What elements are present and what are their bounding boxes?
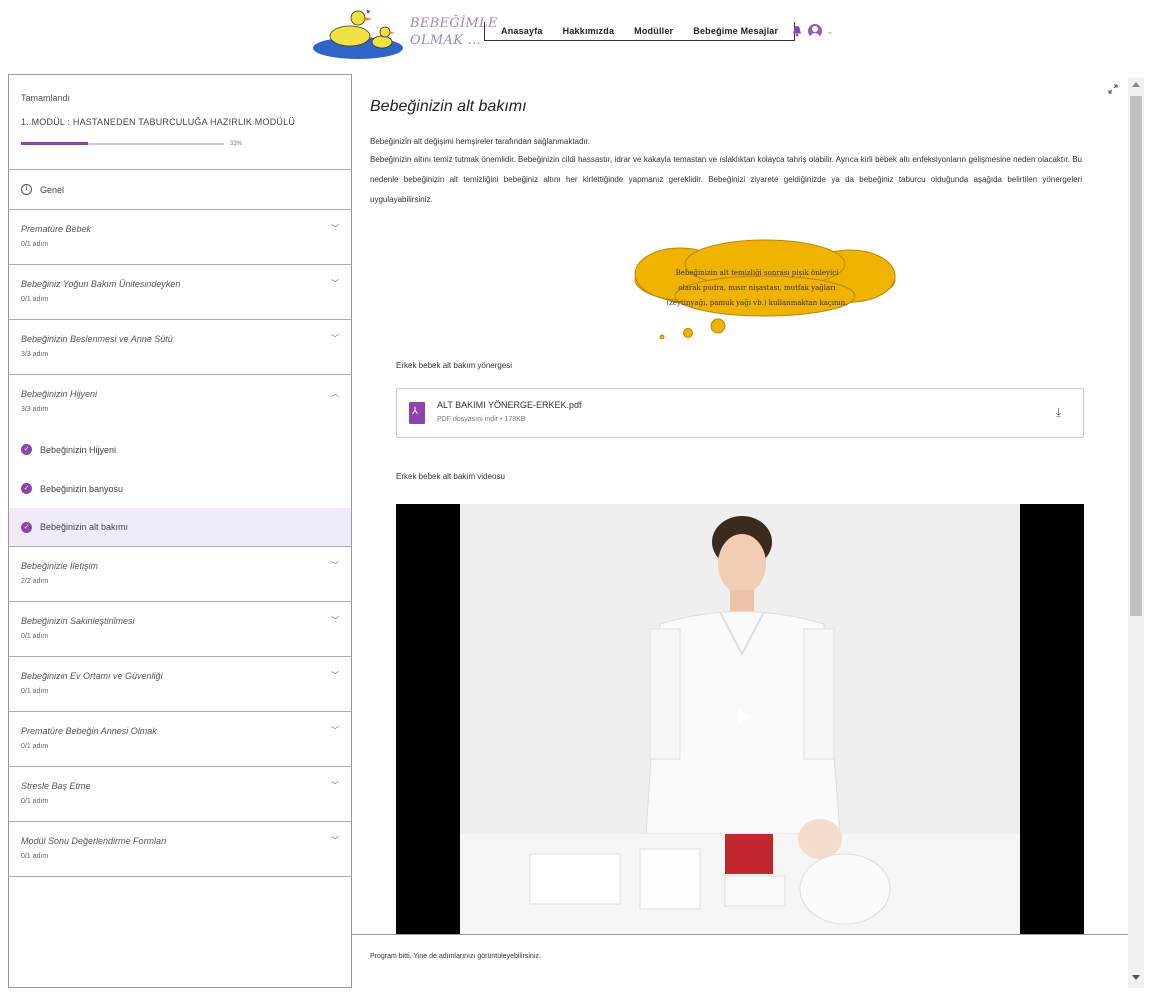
svg-text:♥: ♥ [366,9,370,16]
chevron-down-icon[interactable]: ﹀ [331,278,339,289]
page-title: Bebeğinizin alt bakımı [370,98,527,115]
sidebar-section[interactable]: Bebeğinizle İletişim 2/2 adım ﹀ [9,547,351,602]
section-steps: 0/1 adım [21,688,49,695]
sidebar-section[interactable]: Bebeğiniz Yoğun Bakım Ünitesindeyken 0/1… [9,265,351,320]
section-title: Bebeğinizin Ev Ortamı ve Güvenliği [21,671,163,681]
scroll-down-icon[interactable] [1132,975,1140,980]
expand-icon[interactable] [1108,84,1118,94]
section-title: Bebeğinizin Beslenmesi ve Anne Sütü [21,334,173,344]
progress-row: 33% [21,141,339,147]
progress-bar [21,142,224,145]
section-steps: 0/1 adım [21,853,49,860]
sidebar-section[interactable]: Prematüre Bebeğin Annesi Olmak 0/1 adım … [9,712,351,767]
chevron-down-icon[interactable]: ﹀ [331,835,339,846]
sidebar-step[interactable]: ✓ Bebeğinizin banyosu [9,469,351,508]
section-title: Bebeğinizle İletişim [21,561,99,571]
cloud-line: olarak pudra, mısır nişastası, mutfak ya… [678,284,836,292]
check-icon: ✓ [21,521,32,533]
chevron-down-icon[interactable]: ﹀ [331,670,339,681]
progress-fill [21,142,88,145]
chevron-down-icon[interactable]: ﹀ [331,560,339,571]
step-label: Bebeğinizin alt bakımı [40,522,129,532]
logo-ducks-icon[interactable]: ♥ [312,6,404,60]
footer-text: Program bitti. Yine de adımlarınızı görü… [370,953,541,960]
nav-modules[interactable]: Modüller [634,26,673,36]
header: ♥ BEBEĞİMLE OLMAK ... Anasayfa Hakkımızd… [0,0,1161,70]
bell-icon[interactable] [792,25,802,37]
pdf-icon [409,402,425,424]
scroll-up-icon[interactable] [1132,82,1140,87]
avatar-icon[interactable] [808,24,822,38]
module-title: 1. MODÜL : HASTANEDEN TABURCULUĞA HAZIRL… [21,117,296,127]
general-label: Genel [40,184,65,195]
file-name[interactable]: ALT BAKIMI YÖNERGE-ERKEK.pdf [437,400,582,410]
sidebar-section[interactable]: Prematüre Bebek 0/1 adım ﹀ [9,210,351,265]
chevron-down-icon[interactable]: ﹀ [331,615,339,626]
video-label: Erkek bebek alt bakım videosu [396,472,505,481]
play-icon[interactable] [738,709,751,725]
chevron-down-icon[interactable]: ﹀ [331,780,339,791]
scrollbar[interactable] [1128,78,1144,988]
chevron-down-icon[interactable]: ﹀ [331,223,339,234]
info-icon: i [21,184,32,195]
section-title: Stresle Baş Etme [21,781,91,791]
sidebar-section[interactable]: Bebeğinizin Beslenmesi ve Anne Sütü 3/3 … [9,320,351,375]
sidebar-section[interactable]: Bebeğinizin Ev Ortamı ve Güvenliği 0/1 a… [9,657,351,712]
progress-panel: Tamamlandı 1. MODÜL : HASTANEDEN TABURCU… [9,75,351,170]
scroll-thumb[interactable] [1130,96,1142,616]
section-title: Prematüre Bebek [21,224,92,234]
download-icon[interactable]: ⤓ [1056,405,1061,420]
sidebar-section[interactable]: Modül Sonu Değerlendirme Formları 0/1 ad… [9,822,351,877]
check-icon: ✓ [21,483,32,494]
chevron-down-icon[interactable]: ﹀ [331,333,339,344]
sidebar: Tamamlandı 1. MODÜL : HASTANEDEN TABURCU… [8,74,352,988]
header-icons: ⌄ [792,24,834,38]
step-label: Bebeğinizin banyosu [40,483,124,494]
cloud-line: Bebeğinizin alt temizliği sonrası pişik … [675,269,839,277]
status-label: Tamamlandı [21,93,71,103]
section-title: Bebeğinizin Sakinleştirilmesi [21,616,135,626]
nav-about[interactable]: Hakkımızda [563,26,615,36]
sidebar-step-active[interactable]: ✓ Bebeğinizin alt bakımı [9,508,351,547]
chevron-down-icon[interactable]: ﹀ [331,725,339,736]
top-nav: Anasayfa Hakkımızda Modüller Bebeğime Me… [484,22,796,41]
section-steps: 0/1 adım [21,241,49,248]
chevron-down-icon[interactable]: ⌄ [826,26,834,37]
section-steps: 0/1 adım [21,743,49,750]
step-label: Bebeğinizin Hijyeni [40,444,117,455]
section-steps: 0/1 adım [21,296,49,303]
check-icon: ✓ [21,444,32,455]
nav-home[interactable]: Anasayfa [501,26,543,36]
section-title: Bebeğiniz Yoğun Bakım Ünitesindeyken [21,279,181,289]
chevron-up-icon[interactable]: ︿ [331,388,339,399]
section-steps: 0/1 adım [21,633,49,640]
section-steps: 3/3 adım [21,406,49,413]
section-steps: 3/3 adım [21,351,49,358]
section-title: Modül Sonu Değerlendirme Formları [21,836,167,846]
nav-messages[interactable]: Bebeğime Mesajlar [693,26,778,36]
section-title: Prematüre Bebeğin Annesi Olmak [21,726,157,736]
sidebar-section-expanded[interactable]: Bebeğinizin Hijyeni 3/3 adım ︿ [9,375,351,430]
guide-label: Erkek bebek alt bakım yönergesi [396,361,513,370]
section-steps: 0/1 adım [21,798,49,805]
body-paragraph: Bebeğinizin altını temiz tutmak önemlidi… [370,155,1082,204]
section-title: Bebeğinizin Hijyeni [21,389,98,399]
sidebar-item-general[interactable]: i Genel [9,170,351,210]
sidebar-section[interactable]: Stresle Baş Etme 0/1 adım ﹀ [9,767,351,822]
file-meta: PDF dosyasını indir • 178KB [437,416,526,423]
cloud-line: (zeytinyağı, pamuk yağı vb.) kullanmakta… [666,299,848,307]
section-steps: 2/2 adım [21,578,49,585]
file-download-card[interactable]: ALT BAKIMI YÖNERGE-ERKEK.pdf PDF dosyası… [396,388,1084,438]
intro-paragraph: Bebeğinizin alt değişimi hemşireler tara… [370,137,591,146]
progress-percent: 33% [230,141,243,147]
cloud-text: Bebeğinizin alt temizliği sonrası pişik … [632,266,882,311]
sidebar-step[interactable]: ✓ Bebeğinizin Hijyeni [9,430,351,469]
sidebar-section[interactable]: Bebeğinizin Sakinleştirilmesi 0/1 adım ﹀ [9,602,351,657]
main-content: Bebeğinizin alt bakımı Bebeğinizin alt d… [352,74,1128,934]
video-player[interactable] [396,504,1084,934]
footer-bar: Program bitti. Yine de adımlarınızı görü… [352,934,1128,988]
